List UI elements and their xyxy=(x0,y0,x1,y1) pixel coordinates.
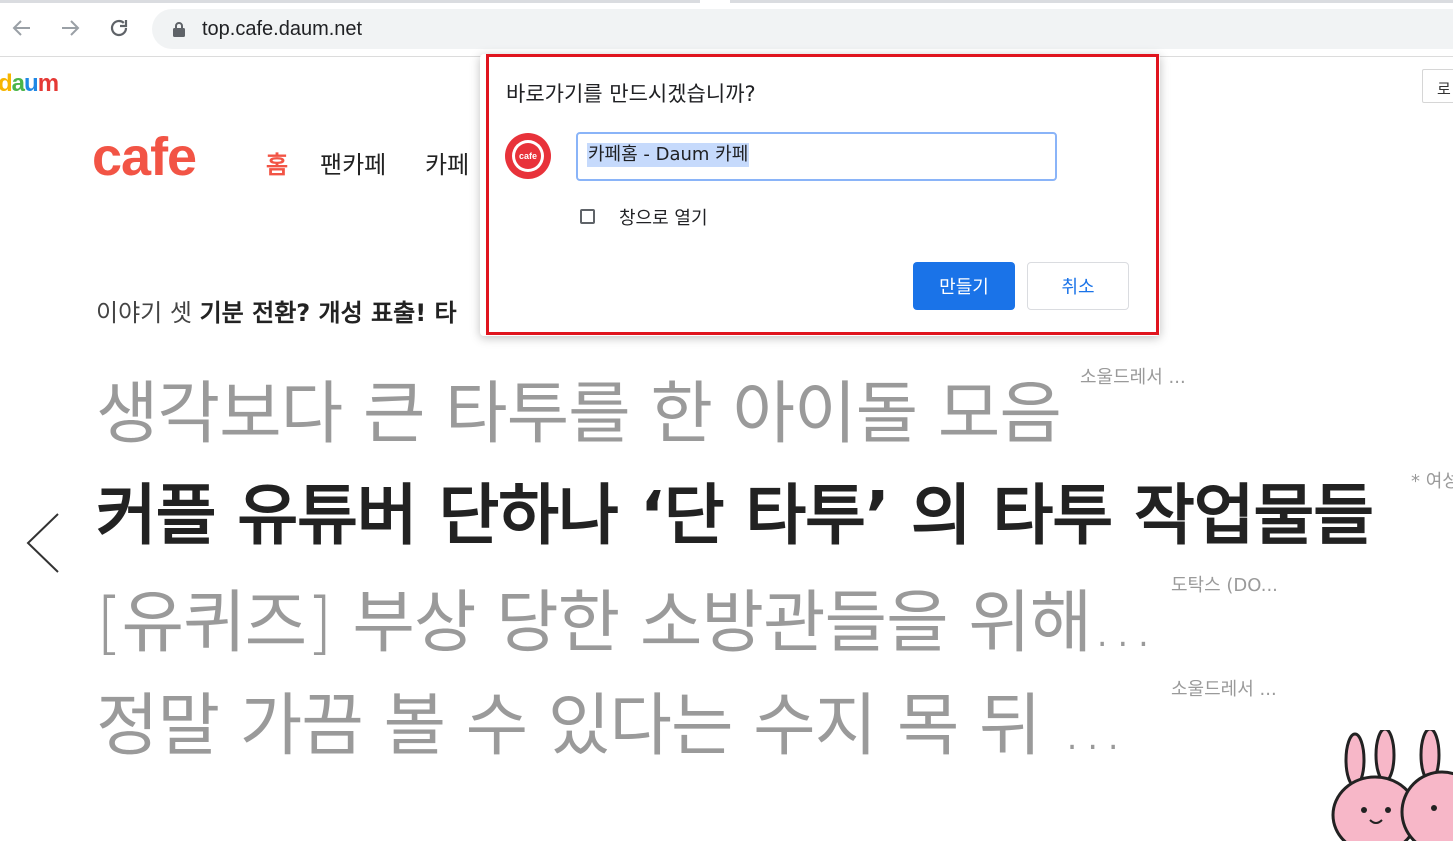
headline-source[interactable]: 도탁스 (DO... xyxy=(1171,571,1278,597)
open-as-window-label[interactable]: 창으로 열기 xyxy=(619,204,708,230)
forward-button[interactable] xyxy=(54,12,86,44)
reload-button[interactable] xyxy=(103,12,135,44)
headline-link-active[interactable]: 커플 유튜버 단하나 ‘단 타투’ 의 타투 작업물들 xyxy=(96,462,1374,558)
shortcut-name-value: 카페홈 - Daum 카페 xyxy=(587,143,750,167)
story-heading: 이야기 셋 기분 전환? 개성 표출! 타 xyxy=(96,293,457,328)
headline-source[interactable]: * 여성 xyxy=(1411,467,1453,493)
story-prefix: 이야기 셋 xyxy=(96,299,192,327)
back-arrow-icon xyxy=(12,20,30,36)
tab-strip-edge xyxy=(0,0,700,3)
reload-icon xyxy=(110,19,128,37)
favicon-label: cafe xyxy=(519,151,537,161)
address-bar[interactable]: top.cafe.daum.net xyxy=(152,9,1453,49)
headline-source[interactable]: 소울드레서 ... xyxy=(1171,675,1277,701)
cafe-logo[interactable]: cafe xyxy=(92,126,197,188)
headline-source[interactable]: 소울드레서 ... xyxy=(1080,363,1186,389)
forward-arrow-icon xyxy=(62,20,80,36)
daum-logo[interactable]: daum xyxy=(0,70,59,98)
prev-slide-button[interactable] xyxy=(22,510,62,580)
story-bold-title: 기분 전환? 개성 표출! 타 xyxy=(199,299,457,327)
url-text: top.cafe.daum.net xyxy=(202,18,363,40)
browser-toolbar: top.cafe.daum.net xyxy=(0,0,1453,57)
gnb-cafe[interactable]: 카페 xyxy=(425,145,469,180)
cafe-favicon-icon: cafe xyxy=(505,133,551,179)
gnb-home[interactable]: 홈 xyxy=(266,145,288,180)
login-button[interactable]: 로 xyxy=(1422,69,1453,103)
open-as-window-checkbox[interactable] xyxy=(580,209,595,224)
cancel-button[interactable]: 취소 xyxy=(1027,262,1129,310)
create-button[interactable]: 만들기 xyxy=(913,262,1015,310)
headline-link[interactable]: [유퀴즈] 부상 당한 소방관들을 위해... xyxy=(96,567,1154,666)
rabbit-character-illustration xyxy=(1331,730,1453,841)
gnb-fancafe[interactable]: 팬카페 xyxy=(320,145,386,180)
lock-icon xyxy=(173,22,185,37)
back-button[interactable] xyxy=(6,12,38,44)
headline-link[interactable]: 정말 가끔 볼 수 있다는 수지 목 뒤 ... xyxy=(96,670,1124,769)
dialog-title: 바로가기를 만드시겠습니까? xyxy=(506,82,756,106)
tab-strip-edge xyxy=(730,0,1453,3)
headline-link[interactable]: 생각보다 큰 타투를 한 아이돌 모음 xyxy=(96,358,1062,457)
chevron-left-icon xyxy=(26,513,59,573)
